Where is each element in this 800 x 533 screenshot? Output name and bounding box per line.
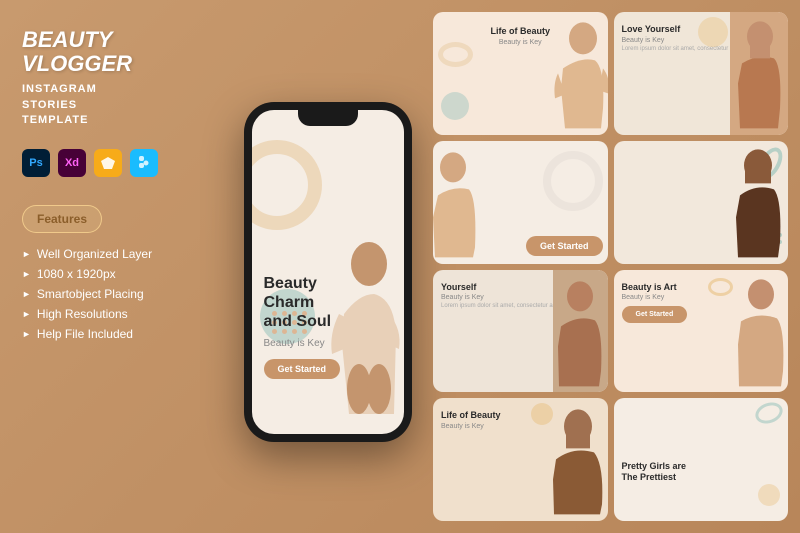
arrow-icon: ► [22, 249, 31, 259]
phone-content: Beauty Charmand Soul Beauty is Key Get S… [264, 274, 344, 379]
center-phone: Beauty Charmand Soul Beauty is Key Get S… [230, 10, 425, 533]
main-container: BEAUTY VLOGGER INSTAGRAM STORIES TEMPLAT… [0, 0, 800, 533]
deco-circle [441, 92, 469, 120]
arrow-icon: ► [22, 309, 31, 319]
phone-notch [298, 110, 358, 126]
brand-subtitle: INSTAGRAM STORIES TEMPLATE [22, 82, 208, 128]
person-area-6 [733, 270, 788, 393]
arrow-icon: ► [22, 329, 31, 339]
list-item: ► Well Organized Layer [22, 247, 208, 261]
feature-text: High Resolutions [37, 307, 128, 321]
story-card-7: Life of Beauty Beauty is Key [433, 398, 608, 521]
person-area-7 [548, 398, 608, 521]
xd-icon: Xd [58, 149, 86, 177]
features-badge: Features [22, 205, 102, 233]
story-card-4 [614, 141, 789, 264]
brand-title: BEAUTY VLOGGER [22, 28, 208, 76]
phone-screen: Beauty Charmand Soul Beauty is Key Get S… [252, 110, 404, 434]
arrow-icon: ► [22, 269, 31, 279]
story-card-6: Beauty is Art Beauty is Key Get Started [614, 270, 789, 393]
deco-oval-6 [708, 278, 733, 296]
get-started-btn[interactable]: Get Started [526, 236, 603, 256]
feature-text: Well Organized Layer [37, 247, 152, 261]
features-label: Features [37, 212, 87, 226]
deco-circle-yellow [698, 17, 728, 47]
photoshop-icon: Ps [22, 149, 50, 177]
mirror-circle [543, 151, 603, 211]
list-item: ► Smartobject Placing [22, 287, 208, 301]
card6-btn[interactable]: Get Started [622, 306, 688, 323]
phone-main-title: Beauty Charmand Soul [264, 274, 344, 332]
person-area-4 [730, 141, 788, 264]
figma-icon [130, 149, 158, 177]
list-item: ► High Resolutions [22, 307, 208, 321]
card3-btn[interactable]: Get Started [526, 236, 603, 256]
phone-mockup: Beauty Charmand Soul Beauty is Key Get S… [244, 102, 412, 442]
deco-circle-8 [758, 484, 780, 506]
sketch-icon [94, 149, 122, 177]
phone-bg-oval [252, 140, 322, 230]
feature-text: 1080 x 1920px [37, 267, 116, 281]
feature-text: Smartobject Placing [37, 287, 144, 301]
phone-subtitle-text: Beauty is Key [264, 338, 344, 349]
person-area-2 [730, 12, 788, 135]
person-area-5 [553, 270, 608, 393]
left-panel: BEAUTY VLOGGER INSTAGRAM STORIES TEMPLAT… [0, 0, 230, 533]
list-item: ► 1080 x 1920px [22, 267, 208, 281]
story-title: Pretty Girls areThe Prettiest [622, 461, 781, 483]
story-card-2: Love Yourself Beauty is Key Lorem ipsum … [614, 12, 789, 135]
list-item: ► Help File Included [22, 327, 208, 341]
story-card-3: Get Started [433, 141, 608, 264]
features-list: ► Well Organized Layer ► 1080 x 1920px ►… [22, 247, 208, 341]
person-area [553, 12, 608, 135]
phone-get-started-button[interactable]: Get Started [264, 359, 341, 379]
arrow-icon: ► [22, 289, 31, 299]
story-cards-grid: Life of Beauty Beauty is Key Lo [425, 0, 800, 533]
feature-text: Help File Included [37, 327, 133, 341]
deco-oval [438, 42, 473, 67]
story-card-1: Life of Beauty Beauty is Key [433, 12, 608, 135]
story-card-8: Pretty Girls areThe Prettiest [614, 398, 789, 521]
story-card-5: Yourself Beauty is Key Lorem ipsum dolor… [433, 270, 608, 393]
person-side [433, 141, 483, 264]
tool-icons-group: Ps Xd [22, 149, 208, 177]
